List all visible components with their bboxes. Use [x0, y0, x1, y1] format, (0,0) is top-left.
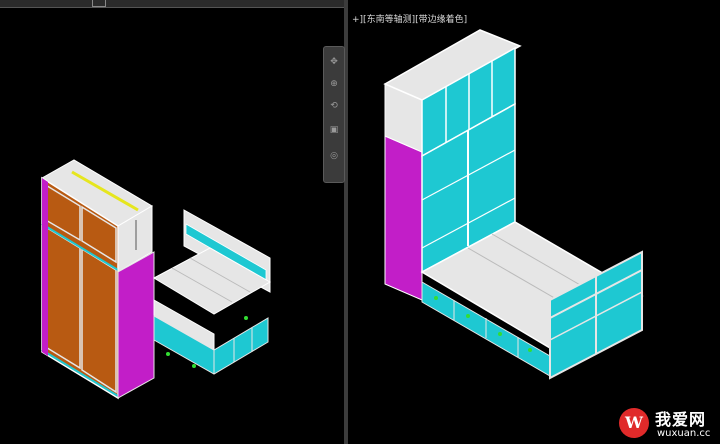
watermark-url: wuxuan.cc — [657, 428, 711, 439]
right-cad-model — [383, 29, 644, 380]
watermark: W 我爱网 wuxuan.cc — [615, 404, 720, 444]
watermark-logo: W — [619, 408, 649, 438]
watermark-brand: 我爱网 — [655, 410, 707, 429]
tall-unit-side — [384, 135, 423, 301]
